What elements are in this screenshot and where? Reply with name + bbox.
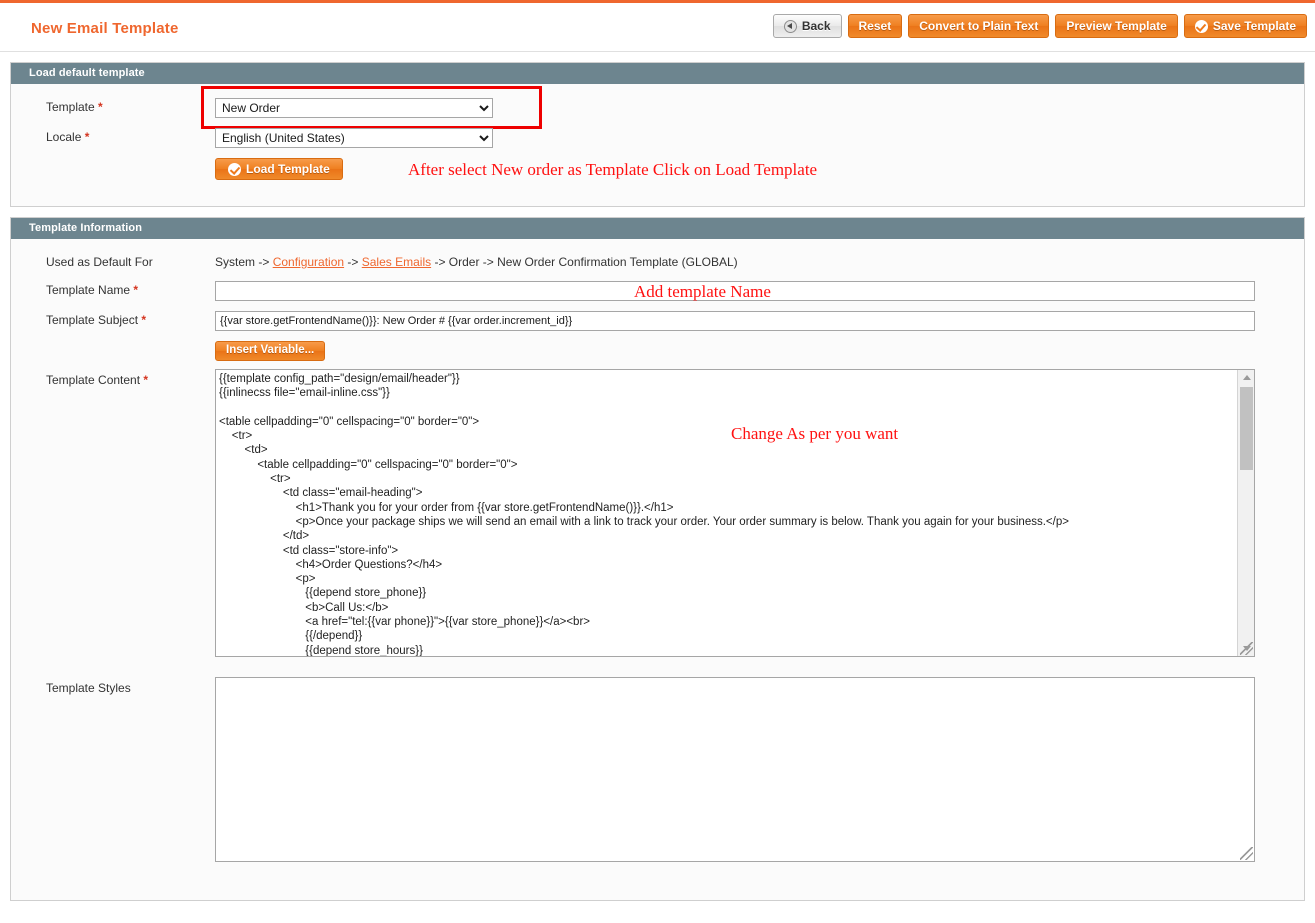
annotation-add-template-name: Add template Name [634,282,771,301]
page-title: New Email Template [31,20,179,37]
load-default-template-legend: Load default template [11,63,1304,84]
template-information-legend: Template Information [11,218,1304,239]
scroll-up-arrow-icon[interactable] [1238,370,1254,385]
breadcrumb-suffix: -> Order -> New Order Confirmation Templ… [431,255,738,269]
convert-to-plain-text-button-label: Convert to Plain Text [919,19,1039,33]
template-field: New Order [201,86,1304,129]
page-header: New Email Template Back Reset Convert to… [0,3,1315,52]
resize-grip-icon[interactable] [1240,847,1253,860]
annotation-change-as-per-you-want: Change As per you want [731,424,899,443]
header-button-group: Back Reset Convert to Plain Text Preview… [772,14,1307,38]
required-marker: * [138,313,147,327]
template-subject-input[interactable] [215,311,1255,331]
load-template-button-label: Load Template [246,162,330,176]
locale-row: Locale * English (United States) [11,128,1304,148]
annotation-load-template: After select New order as Template Click… [408,160,818,179]
locale-field: English (United States) [215,128,1304,148]
breadcrumb-prefix: System -> [215,255,273,269]
section-bottom-spacer [11,862,1304,888]
load-default-template-body: Template * New Order Locale * English (U… [11,84,1304,206]
preview-template-button[interactable]: Preview Template [1055,14,1178,38]
used-as-default-value: System -> Configuration -> Sales Emails … [215,253,1304,271]
template-name-field: Add template Name [215,281,1304,301]
insert-variable-field: Insert Variable... [215,341,1304,361]
template-content-label-text: Template Content [46,373,141,387]
template-styles-textarea[interactable] [215,677,1255,862]
locale-select[interactable]: English (United States) [215,128,493,148]
template-subject-row: Template Subject * [11,311,1304,331]
template-label: Template * [11,98,215,116]
reset-button[interactable]: Reset [847,14,903,38]
template-name-label-text: Template Name [46,283,131,297]
insert-variable-button-label: Insert Variable... [226,344,315,357]
reset-button-label: Reset [858,19,892,33]
template-subject-label-text: Template Subject [46,313,139,327]
required-marker: * [94,100,103,114]
template-label-text: Template [46,100,95,114]
template-subject-field [215,311,1304,331]
preview-template-button-label: Preview Template [1066,19,1167,33]
breadcrumb-mid: -> [344,255,362,269]
template-row: Template * New Order [11,86,1304,129]
used-as-default-row: Used as Default For System -> Configurat… [11,253,1304,271]
scrollbar-thumb[interactable] [1240,387,1253,470]
sales-emails-link[interactable]: Sales Emails [362,255,431,269]
template-content-row: Template Content * {{template config_pat… [11,369,1304,657]
template-styles-label: Template Styles [46,681,131,695]
locale-label-text: Locale [46,130,82,144]
save-template-button[interactable]: Save Template [1183,14,1307,38]
load-template-field: Load Template After select New order as … [215,158,1304,192]
template-name-row: Template Name * Add template Name [11,281,1304,301]
template-content-scrollbar[interactable] [1237,370,1254,656]
template-name-label: Template Name * [11,281,215,299]
required-marker: * [140,373,149,387]
required-marker: * [81,130,90,144]
template-select[interactable]: New Order [215,98,493,118]
convert-to-plain-text-button[interactable]: Convert to Plain Text [908,14,1050,38]
check-circle-icon [1194,19,1208,33]
check-circle-icon [228,162,241,176]
load-template-button[interactable]: Load Template [215,158,343,180]
template-styles-row: Template Styles [11,677,1304,862]
configuration-link[interactable]: Configuration [273,255,344,269]
save-template-button-label: Save Template [1212,19,1296,33]
insert-variable-row: Insert Variable... [11,341,1304,361]
template-styles-field [215,677,1304,862]
required-marker: * [130,283,139,297]
scroll-down-arrow-icon[interactable] [1238,641,1254,656]
template-content-label: Template Content * [11,369,215,389]
insert-variable-button[interactable]: Insert Variable... [215,341,326,361]
load-default-template-section: Load default template Template * New Ord… [10,62,1305,207]
template-information-body: Used as Default For System -> Configurat… [11,239,1304,900]
template-information-section: Template Information Used as Default For… [10,217,1305,901]
template-subject-label: Template Subject * [11,311,215,329]
load-template-row: Load Template After select New order as … [11,158,1304,192]
template-content-field: {{template config_path="design/email/hea… [215,369,1304,657]
admin-page: New Email Template Back Reset Convert to… [0,0,1315,923]
template-content-text: {{template config_path="design/email/hea… [219,373,1069,657]
used-as-default-label: Used as Default For [46,255,153,269]
back-button-label: Back [801,19,831,33]
back-button[interactable]: Back [772,14,842,38]
locale-label: Locale * [11,128,215,146]
template-content-textarea[interactable]: {{template config_path="design/email/hea… [215,369,1255,657]
back-arrow-icon [783,19,797,33]
